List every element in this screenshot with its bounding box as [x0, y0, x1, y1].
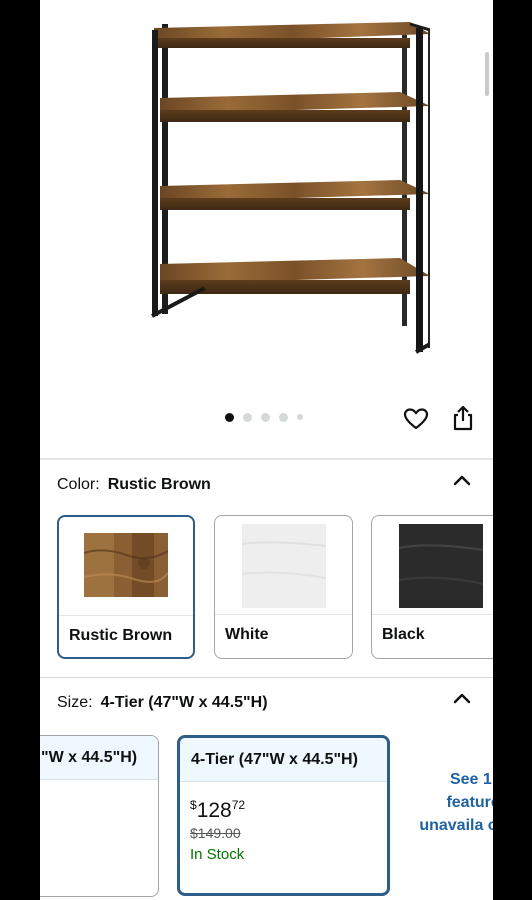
size-card-title: "W x 44.5"H): [41, 749, 138, 766]
price-whole: 128: [196, 799, 232, 822]
selected-color-value: Rustic Brown: [107, 476, 211, 493]
image-gallery[interactable]: [40, 0, 493, 458]
price: $12872: [190, 798, 245, 823]
price-symbol: $: [190, 798, 197, 812]
color-swatch-white[interactable]: White: [214, 515, 353, 659]
image-pagination-dots[interactable]: [225, 411, 303, 423]
size-label: Size:: [57, 694, 93, 711]
white-texture: [241, 524, 326, 608]
pagination-dot[interactable]: [225, 412, 234, 422]
price-fraction: 72: [231, 798, 246, 812]
color-section-label: Color: Rustic Brown: [57, 476, 211, 494]
chevron-up-icon[interactable]: [453, 692, 471, 704]
size-card-selected[interactable]: 4-Tier (47"W x 44.5"H) $12872 $149.00 In…: [177, 735, 390, 896]
swatch-name: Rustic Brown: [69, 627, 173, 644]
product-image[interactable]: [110, 18, 430, 354]
chevron-up-icon[interactable]: [453, 474, 471, 486]
pagination-dot[interactable]: [261, 412, 270, 422]
share-icon[interactable]: [450, 404, 476, 432]
swatch-name: Black: [382, 626, 425, 643]
swatch-separator: [215, 614, 352, 615]
pagination-dot[interactable]: [243, 412, 252, 422]
swatch-separator: [59, 615, 193, 616]
divider: [40, 677, 493, 678]
see-unavailable-options-link[interactable]: See 1 n featured unavaila option: [418, 768, 493, 837]
size-card[interactable]: "W x 44.5"H): [40, 735, 159, 897]
stock-status: In Stock: [190, 846, 245, 863]
color-label: Color:: [57, 476, 100, 493]
size-card-title: 4-Tier (47"W x 44.5"H): [191, 751, 358, 768]
color-swatch-black[interactable]: Black: [371, 515, 493, 659]
pagination-dot[interactable]: [297, 414, 303, 420]
color-swatch-rustic-brown[interactable]: Rustic Brown: [57, 515, 195, 659]
swatch-separator: [372, 614, 493, 615]
pagination-dot[interactable]: [279, 412, 288, 422]
size-section-label: Size: 4-Tier (47"W x 44.5"H): [57, 694, 268, 712]
swatch-name: White: [225, 626, 269, 643]
product-page: Color: Rustic Brown Rustic Brown White B…: [40, 0, 493, 900]
list-price: $149.00: [190, 825, 241, 841]
divider: [40, 458, 493, 460]
scrollbar-thumb[interactable]: [485, 52, 489, 96]
black-texture: [399, 524, 483, 608]
rustic-brown-texture: [84, 533, 168, 597]
selected-size-value: 4-Tier (47"W x 44.5"H): [100, 694, 268, 711]
heart-icon[interactable]: [403, 406, 429, 432]
